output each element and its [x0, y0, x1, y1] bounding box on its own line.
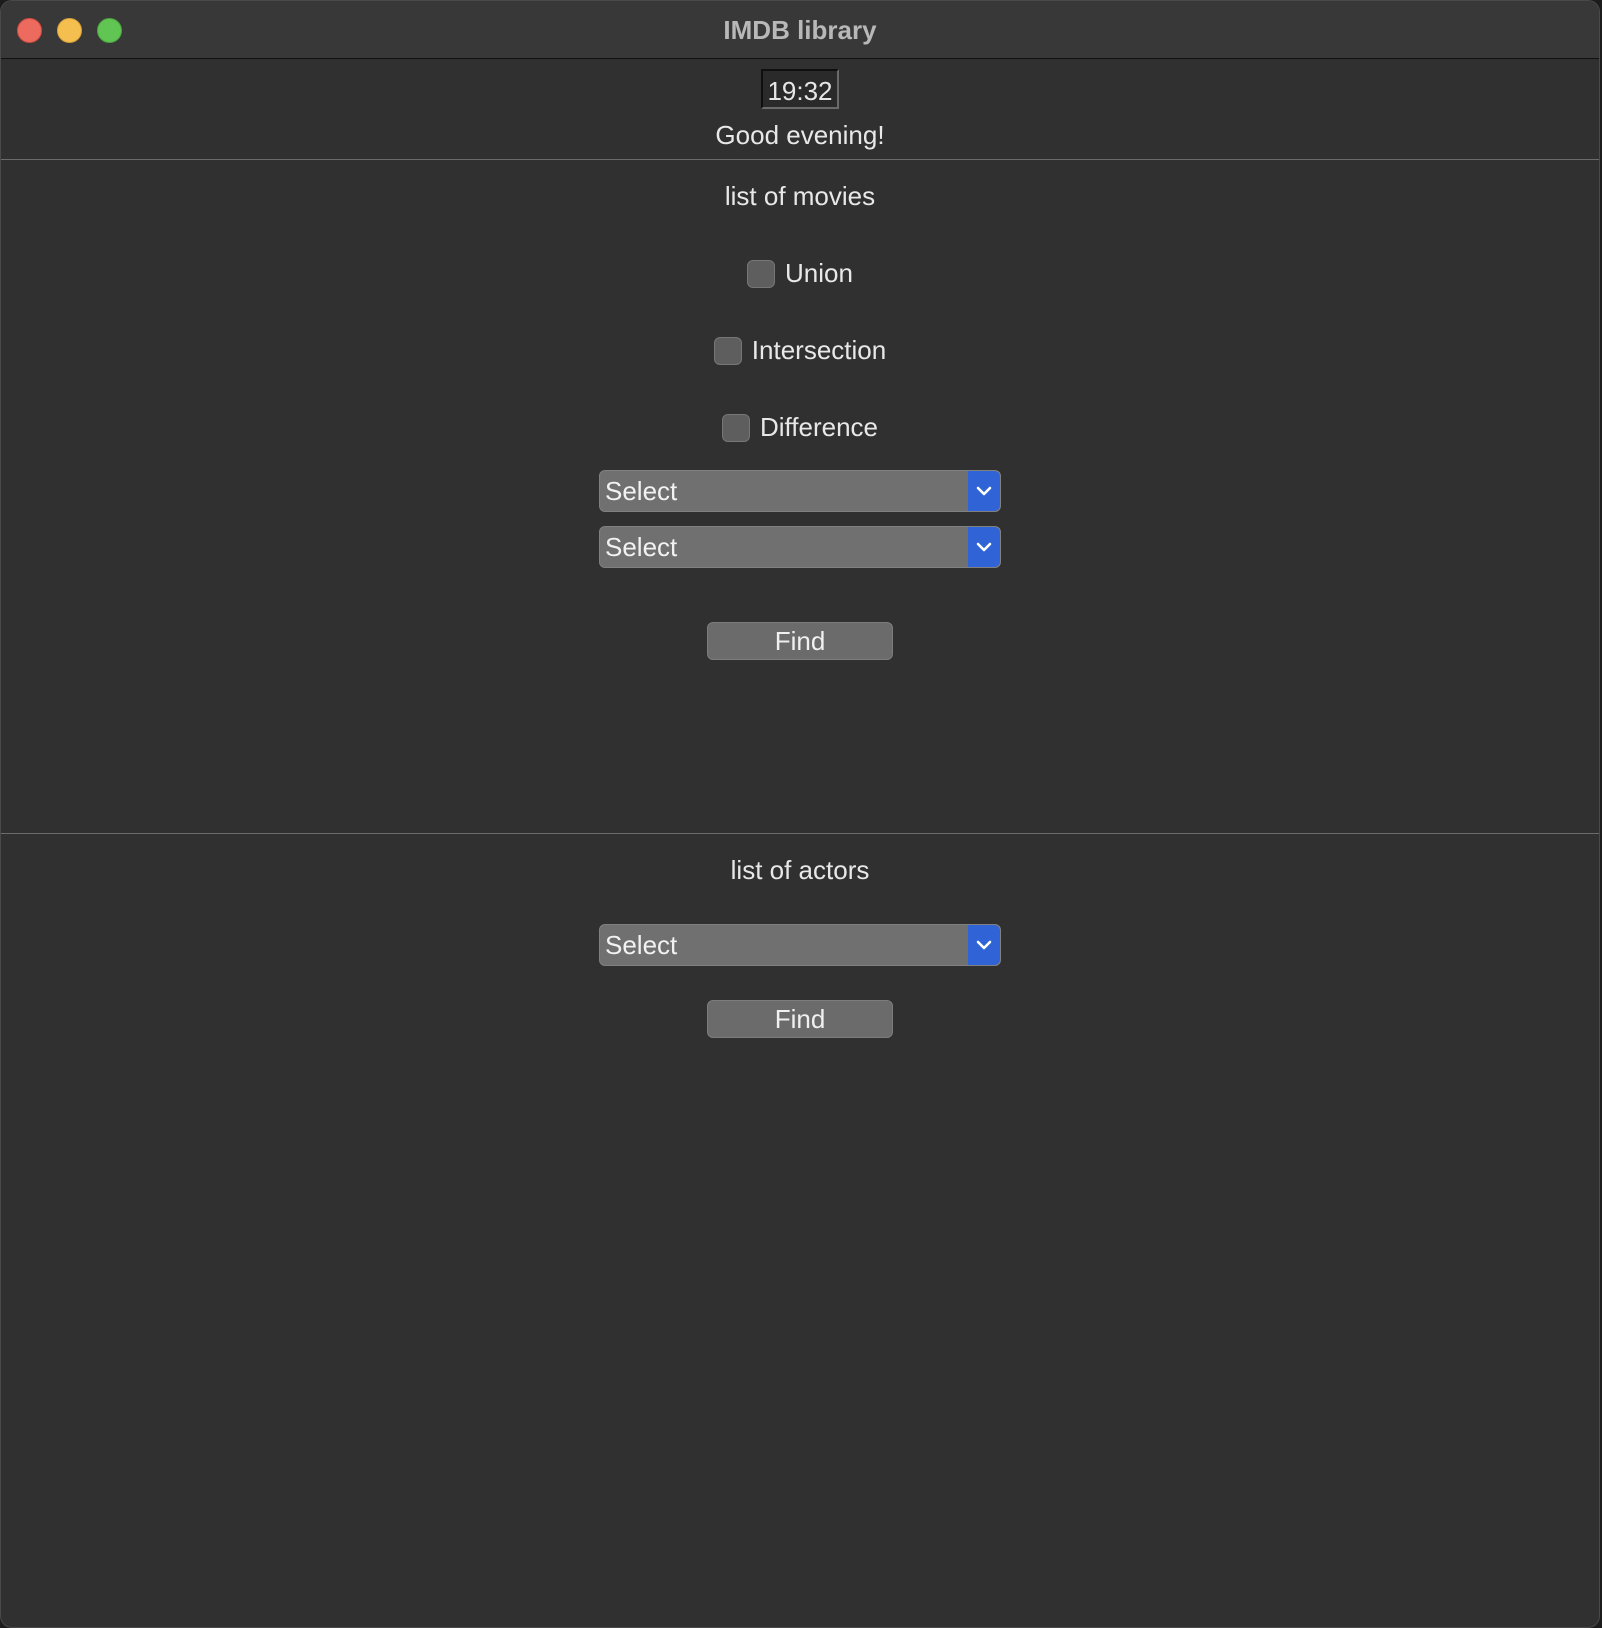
movie-select-2[interactable]: Select — [599, 526, 1001, 568]
section-divider — [1, 833, 1599, 834]
movies-section-title: list of movies — [724, 181, 876, 211]
title-bar: IMDB library — [1, 1, 1599, 59]
movie-select-2-value: Select — [605, 531, 678, 562]
actors-section-title: list of actors — [730, 855, 870, 885]
window-title: IMDB library — [723, 15, 877, 45]
difference-option[interactable]: Difference — [1, 412, 1599, 443]
union-label: Union — [785, 258, 853, 288]
chevron-down-icon[interactable] — [968, 925, 1000, 965]
difference-label: Difference — [759, 412, 879, 442]
intersection-checkbox[interactable] — [713, 336, 742, 365]
greeting-text: Good evening! — [715, 120, 885, 150]
chevron-down-icon[interactable] — [968, 527, 1000, 567]
difference-checkbox[interactable] — [721, 413, 750, 442]
find-actors-button[interactable]: Find — [707, 1000, 893, 1038]
union-option[interactable]: Union — [1, 258, 1599, 289]
intersection-option[interactable]: Intersection — [1, 335, 1599, 366]
actor-select-value: Select — [605, 929, 678, 960]
app-window: IMDB library 19:32 Good evening! list of… — [0, 0, 1600, 1628]
movie-select-1[interactable]: Select — [599, 470, 1001, 512]
movie-select-1-value: Select — [605, 475, 678, 506]
main-content: 19:32 Good evening! list of movies Union… — [1, 60, 1599, 1627]
union-checkbox[interactable] — [747, 259, 776, 288]
header-divider — [1, 159, 1599, 160]
chevron-down-icon[interactable] — [968, 471, 1000, 511]
clock-display: 19:32 — [761, 69, 839, 109]
find-movies-button[interactable]: Find — [707, 622, 893, 660]
intersection-label: Intersection — [751, 335, 887, 365]
actor-select[interactable]: Select — [599, 924, 1001, 966]
